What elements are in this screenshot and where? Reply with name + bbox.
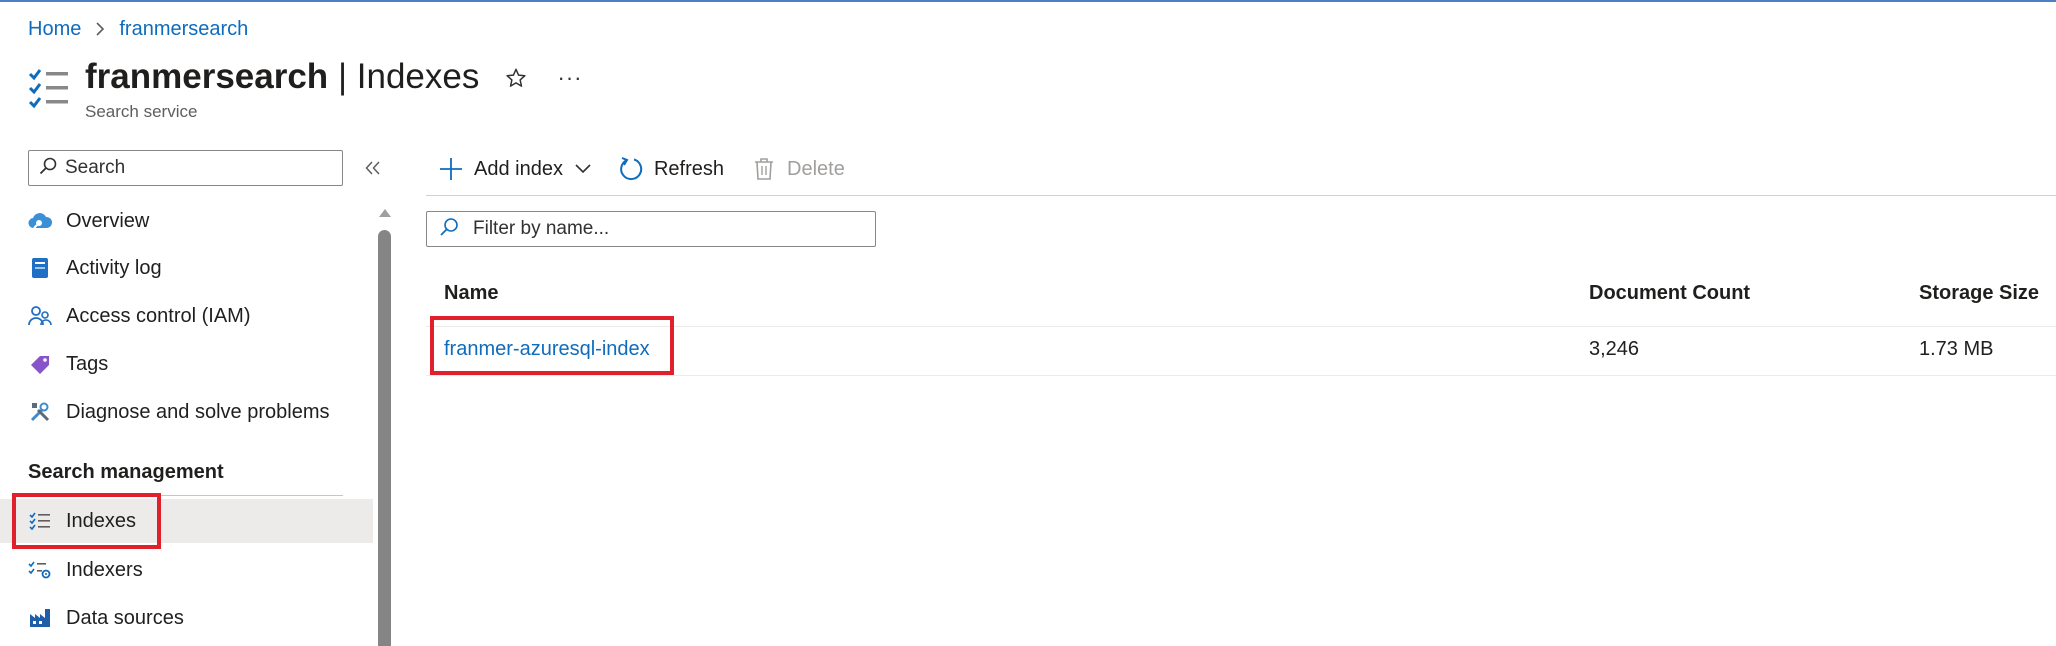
sidebar-item-label: Access control (IAM) [66,304,251,327]
document-count-cell: 3,246 [1589,338,1640,360]
column-header-document-count[interactable]: Document Count [1589,282,1750,305]
toolbar-divider [426,195,2056,196]
factory-icon [28,606,52,630]
cloud-search-icon [28,209,52,233]
sidebar-item-label: Activity log [66,256,162,279]
storage-size-cell: 1.73 MB [1919,338,1994,360]
collapse-sidebar-icon[interactable] [360,154,386,182]
sidebar-item-data-sources[interactable]: Data sources [0,596,373,640]
top-accent-rule [0,0,2056,2]
tag-icon [28,352,52,376]
favorite-star-icon[interactable] [502,64,530,92]
sidebar-section-title: Search management [28,461,224,483]
add-index-label: Add index [474,157,563,180]
chevron-down-icon[interactable] [575,164,591,174]
delete-label: Delete [787,157,845,180]
sidebar-item-access-control[interactable]: Access control (IAM) [0,294,373,338]
command-bar: Add index Refresh Delete [437,152,871,186]
plus-icon [437,155,465,183]
more-options-button[interactable]: ··· [553,64,587,92]
filter-box[interactable] [426,211,876,247]
sidebar-item-tags[interactable]: Tags [0,342,373,386]
scroll-up-arrow-icon[interactable] [377,206,393,220]
add-index-button[interactable]: Add index [437,155,591,183]
sidebar-item-label: Tags [66,352,109,375]
sidebar-item-indexers[interactable]: Indexers [0,548,373,592]
search-icon [39,157,57,180]
chevron-right-icon [95,22,105,36]
delete-button[interactable]: Delete [750,155,845,183]
sidebar-item-label: Overview [66,209,150,232]
page-name: Indexes [356,57,480,96]
service-name: franmersearch [85,57,329,96]
sidebar-item-label: Data sources [66,606,184,629]
breadcrumb-home-link[interactable]: Home [28,18,81,41]
title-separator: | [337,57,348,96]
trash-icon [750,155,778,183]
table-row-divider [426,375,2056,376]
sidebar-search-input[interactable] [65,157,325,179]
indexer-icon [28,558,52,582]
breadcrumb: Home franmersearch [28,16,248,42]
filter-by-name-input[interactable] [473,218,853,240]
page-title: franmersearch | Indexes [85,56,479,98]
sidebar-item-diagnose[interactable]: Diagnose and solve problems [0,390,373,434]
page-subtitle: Search service [85,102,198,121]
sidebar-scrollbar-thumb[interactable] [378,230,391,646]
index-list-icon [28,66,70,112]
column-header-storage-size[interactable]: Storage Size [1919,282,2039,305]
refresh-label: Refresh [653,157,724,180]
sidebar-item-overview[interactable]: Overview [0,199,373,243]
sidebar-item-label: Indexers [66,558,143,581]
index-name-highlight-box [430,316,674,375]
sidebar-search-box[interactable] [28,150,343,186]
indexes-highlight-box [12,493,161,549]
wrench-icon [28,400,52,424]
sidebar-item-label: Diagnose and solve problems [66,400,330,423]
breadcrumb-service-link[interactable]: franmersearch [119,18,248,41]
column-header-name[interactable]: Name [444,282,498,305]
activity-log-icon [28,256,52,280]
refresh-button[interactable]: Refresh [617,155,724,183]
people-icon [28,304,52,328]
refresh-icon [617,155,645,183]
sidebar-item-activity-log[interactable]: Activity log [0,246,373,290]
search-icon [439,217,459,242]
